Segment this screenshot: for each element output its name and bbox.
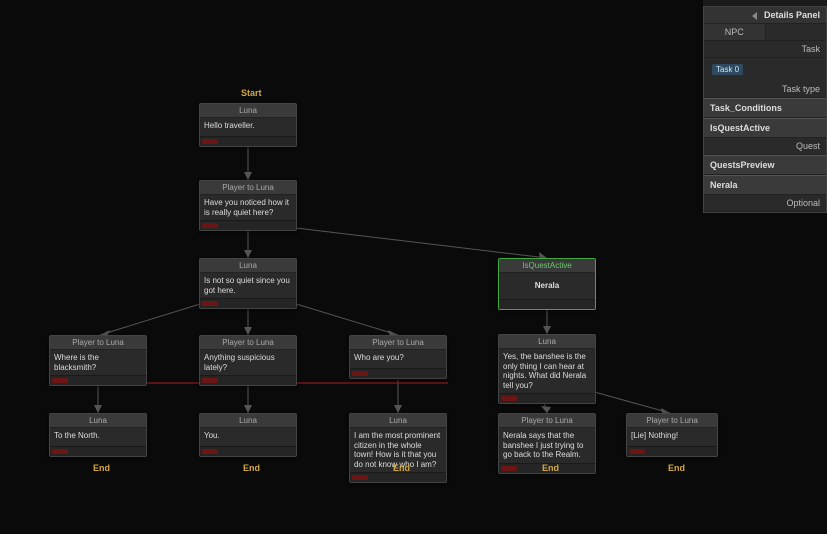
node-luna-north[interactable]: Luna To the North. (49, 413, 147, 457)
red-tag-icon (202, 301, 218, 306)
node-body: Hello traveller. (200, 118, 296, 136)
red-tag-icon (52, 449, 68, 454)
task0-tag[interactable]: Task 0 (712, 64, 743, 75)
node-header: Player to Luna (50, 336, 146, 350)
node-body: You. (200, 428, 296, 446)
node-luna-notquiet[interactable]: Luna Is not so quiet since you got here. (199, 258, 297, 309)
red-tag-icon (352, 371, 368, 376)
panel-title-text: Details Panel (764, 10, 820, 20)
node-player-blacksmith[interactable]: Player to Luna Where is the blacksmith? (49, 335, 147, 386)
node-luna-you[interactable]: Luna You. (199, 413, 297, 457)
node-header: Luna (200, 259, 296, 273)
node-header: IsQuestActive (499, 259, 595, 273)
row-tasktype[interactable]: Task type (704, 81, 826, 98)
row-task[interactable]: Task (704, 41, 826, 58)
node-header: Luna (200, 104, 296, 118)
node-body: Anything suspicious lately? (200, 350, 296, 375)
node-player-lie[interactable]: Player to Luna [Lie] Nothing! (626, 413, 718, 457)
node-header: Player to Luna (627, 414, 717, 428)
node-footer (50, 375, 146, 385)
node-luna-hello[interactable]: Luna Hello traveller. (199, 103, 297, 147)
node-footer (627, 446, 717, 456)
row-task0[interactable]: Task 0 (704, 58, 826, 81)
red-tag-icon (202, 139, 218, 144)
node-footer (200, 298, 296, 308)
row-quest[interactable]: Quest (704, 138, 826, 155)
node-footer (200, 136, 296, 146)
node-header: Player to Luna (200, 181, 296, 195)
end-label: End (542, 463, 559, 473)
row-npc[interactable]: NPC (704, 24, 826, 41)
node-footer (200, 220, 296, 230)
node-header: Luna (50, 414, 146, 428)
red-tag-icon (501, 396, 517, 401)
node-header: Luna (350, 414, 446, 428)
node-footer (350, 472, 446, 482)
section-isquestactive[interactable]: IsQuestActive (704, 118, 826, 138)
node-body: Who are you? (350, 350, 446, 368)
red-tag-icon (202, 378, 218, 383)
node-body: Have you noticed how it is really quiet … (200, 195, 296, 220)
node-header: Player to Luna (200, 336, 296, 350)
node-footer (50, 446, 146, 456)
node-body: Nerala (499, 273, 595, 299)
node-luna-banshee[interactable]: Luna Yes, the banshee is the only thing … (498, 334, 596, 404)
task-label: Task (704, 41, 826, 57)
red-tag-icon (352, 475, 368, 480)
end-label: End (93, 463, 110, 473)
optional-label: Optional (704, 195, 826, 211)
node-body: Is not so quiet since you got here. (200, 273, 296, 298)
npc-label: NPC (704, 24, 766, 40)
node-player-whoareyou[interactable]: Player to Luna Who are you? (349, 335, 447, 379)
node-footer (200, 446, 296, 456)
details-panel[interactable]: Details Panel NPC Task Task 0 Task type … (703, 6, 827, 213)
node-isquestactive[interactable]: IsQuestActive Nerala (498, 258, 596, 310)
quest-label: Quest (704, 138, 826, 154)
node-body: Yes, the banshee is the only thing I can… (499, 349, 595, 393)
tasktype-label: Task type (704, 81, 826, 97)
section-nerala[interactable]: Nerala (704, 175, 826, 195)
start-label: Start (241, 88, 262, 98)
end-label: End (243, 463, 260, 473)
red-tag-icon (202, 449, 218, 454)
node-footer (200, 375, 296, 385)
node-header: Player to Luna (499, 414, 595, 428)
red-tag-icon (501, 466, 517, 471)
panel-title: Details Panel (704, 7, 826, 24)
section-questspreview[interactable]: QuestsPreview (704, 155, 826, 175)
node-header: Luna (200, 414, 296, 428)
section-task-conditions[interactable]: Task_Conditions (704, 98, 826, 118)
npc-value[interactable] (766, 24, 827, 40)
node-footer (499, 299, 595, 309)
node-player-suspicious[interactable]: Player to Luna Anything suspicious latel… (199, 335, 297, 386)
red-tag-icon (629, 449, 645, 454)
red-tag-icon (52, 378, 68, 383)
red-tag-icon (202, 223, 218, 228)
end-label: End (393, 463, 410, 473)
node-footer (350, 368, 446, 378)
row-optional[interactable]: Optional (704, 195, 826, 212)
node-footer (499, 393, 595, 403)
node-body: To the North. (50, 428, 146, 446)
node-header: Luna (499, 335, 595, 349)
node-body: Where is the blacksmith? (50, 350, 146, 375)
end-label: End (668, 463, 685, 473)
collapse-arrow-icon[interactable] (752, 12, 757, 20)
node-header: Player to Luna (350, 336, 446, 350)
node-player-quiet[interactable]: Player to Luna Have you noticed how it i… (199, 180, 297, 231)
graph-canvas[interactable]: Start Luna Hello traveller. Player to Lu… (0, 0, 703, 534)
node-body: [Lie] Nothing! (627, 428, 717, 446)
node-body: Nerala says that the banshee I just tryi… (499, 428, 595, 463)
